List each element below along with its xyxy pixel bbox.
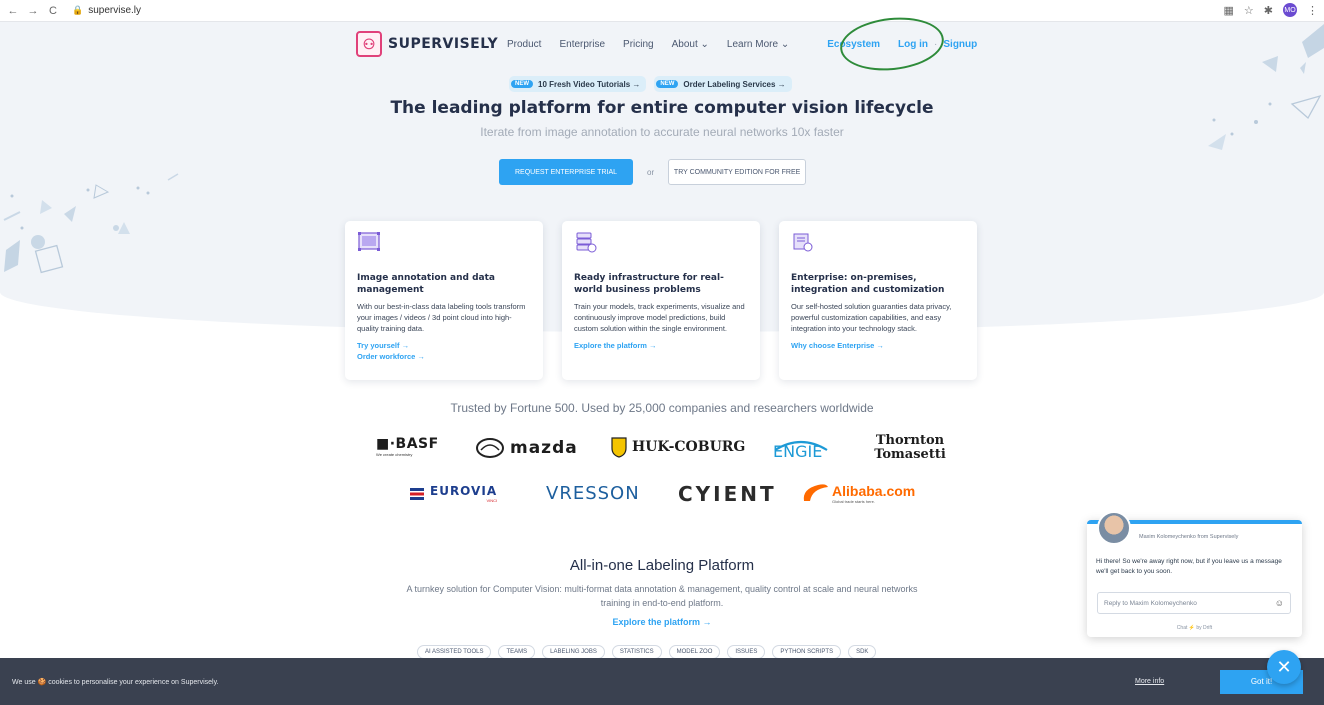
- request-trial-button[interactable]: REQUEST ENTERPRISE TRIAL: [499, 159, 633, 185]
- mazda-emblem-icon: [476, 438, 504, 458]
- feature-card-enterprise: Enterprise: on-premises, integration and…: [779, 221, 977, 380]
- tag-python-scripts[interactable]: PYTHON SCRIPTS: [772, 645, 842, 659]
- chat-agent-name: Maxim Kolomeychenko from Supervisely: [1139, 534, 1239, 540]
- basf-tagline: We create chemistry: [376, 452, 413, 457]
- community-edition-button[interactable]: TRY COMMUNITY EDITION FOR FREE: [668, 159, 807, 185]
- eurovia-wordmark: EUROVIA: [430, 484, 498, 498]
- tag-labeling-jobs[interactable]: LABELING JOBS: [542, 645, 605, 659]
- order-workforce-link[interactable]: Order workforce →: [357, 351, 531, 362]
- hero-cta-group: REQUEST ENTERPRISE TRIAL or TRY COMMUNIT…: [499, 159, 807, 185]
- profile-avatar[interactable]: MO: [1283, 3, 1297, 17]
- image-annotation-icon: [358, 232, 380, 251]
- bookmark-star-icon[interactable]: ☆: [1244, 4, 1254, 17]
- cookie-banner: We use 🍪 cookies to personalise your exp…: [0, 658, 1324, 705]
- huk-wordmark: HUK-COBURG: [632, 439, 746, 455]
- labeling-services-badge[interactable]: NEW Order Labeling Services →: [654, 76, 792, 92]
- feature-tags: AI ASSISTED TOOLS TEAMS LABELING JOBS ST…: [417, 645, 877, 659]
- logo-text[interactable]: SUPERVISELY: [388, 36, 498, 52]
- trusted-by-text: Trusted by Fortune 500. Used by 25,000 c…: [450, 401, 874, 415]
- engie-wordmark: ENGIE: [773, 442, 823, 461]
- chat-reply-input[interactable]: Reply to Maxim Kolomeychenko ☺: [1097, 592, 1291, 614]
- card-title: Enterprise: on-premises, integration and…: [791, 273, 945, 295]
- emoji-icon[interactable]: ☺: [1275, 598, 1284, 608]
- logo-huk-coburg: HUK-COBURG: [610, 436, 745, 458]
- tag-sdk[interactable]: SDK: [848, 645, 877, 659]
- vresson-wordmark: VRESSON: [546, 483, 640, 504]
- thornton-wordmark: Thornton Tomasetti: [874, 433, 946, 462]
- alibaba-wordmark: Alibaba.com: [832, 482, 916, 499]
- card-title: Ready infrastructure for real-world busi…: [574, 273, 724, 295]
- logo-thornton-tomasetti: Thornton Tomasetti: [874, 434, 946, 462]
- announcement-badges: NEW 10 Fresh Video Tutorials → NEW Order…: [509, 76, 792, 92]
- decorative-shapes-right: [1208, 24, 1324, 150]
- menu-dots-icon[interactable]: ⋮: [1307, 4, 1318, 17]
- extensions-icon[interactable]: ✱: [1264, 4, 1273, 17]
- eurovia-tagline: VINCI: [486, 498, 498, 503]
- section-subtitle: A turnkey solution for Computer Vision: …: [406, 584, 918, 608]
- lock-icon: 🔒: [72, 5, 84, 15]
- forward-icon[interactable]: →: [26, 5, 40, 17]
- badge-label: Order Labeling Services →: [683, 79, 786, 89]
- mazda-wordmark: mazda: [510, 438, 578, 458]
- robot-logo-icon[interactable]: ⚇: [356, 31, 382, 57]
- reply-placeholder: Reply to Maxim Kolomeychenko: [1104, 600, 1197, 607]
- why-enterprise-link[interactable]: Why choose Enterprise →: [791, 340, 965, 351]
- eurovia-mark-icon: [410, 487, 424, 500]
- reload-icon[interactable]: C: [46, 5, 60, 17]
- logo-alibaba: Alibaba.com Global trade starts here.: [800, 481, 915, 505]
- feature-card-annotation: Image annotation and data management Wit…: [345, 221, 543, 380]
- more-info-link[interactable]: More info: [1135, 678, 1164, 685]
- tag-model-zoo[interactable]: MODEL ZOO: [668, 645, 721, 659]
- back-icon[interactable]: ←: [6, 5, 20, 17]
- alibaba-tagline: Global trade starts here.: [832, 498, 875, 504]
- feature-card-infrastructure: Ready infrastructure for real-world busi…: [562, 221, 760, 380]
- server-stack-icon: [576, 232, 597, 253]
- badge-label: 10 Fresh Video Tutorials →: [538, 79, 641, 89]
- explore-platform-link[interactable]: Explore the platform →: [574, 340, 748, 351]
- nav-enterprise[interactable]: Enterprise: [559, 39, 605, 50]
- logo-basf: ■·BASF We create chemistry: [376, 436, 439, 457]
- card-text: With our best-in-class data labeling too…: [357, 302, 526, 333]
- browser-toolbar: ← → C 🔒 supervise.ly ▦ ☆ ✱ MO ⋮: [0, 0, 1324, 22]
- card-text: Our self-hosted solution guaranties data…: [791, 302, 952, 333]
- tag-ai-tools[interactable]: AI ASSISTED TOOLS: [417, 645, 492, 659]
- hero-subheadline: Iterate from image annotation to accurat…: [480, 125, 844, 139]
- tag-statistics[interactable]: STATISTICS: [611, 645, 662, 659]
- site-header: ⚇ SUPERVISELY: [356, 28, 498, 60]
- enterprise-building-icon: [793, 233, 813, 252]
- decorative-shapes-left: [3, 173, 179, 274]
- new-pill: NEW: [511, 80, 533, 88]
- chat-message: Hi there! So we're away right now, but i…: [1096, 558, 1282, 575]
- address-bar[interactable]: supervise.ly: [88, 5, 141, 16]
- nav-learn-more[interactable]: Learn More ⌄: [727, 39, 789, 50]
- new-pill: NEW: [656, 80, 679, 88]
- hero-headline: The leading platform for entire computer…: [390, 98, 934, 118]
- nav-about[interactable]: About ⌄: [672, 39, 709, 50]
- or-text: or: [647, 167, 655, 177]
- nav-product[interactable]: Product: [507, 39, 541, 50]
- agent-avatar: [1097, 511, 1131, 545]
- logo-engie: ENGIE: [771, 436, 831, 461]
- card-text: Train your models, track experiments, vi…: [574, 302, 745, 333]
- translate-icon[interactable]: ▦: [1224, 4, 1234, 17]
- alibaba-swoosh-icon: [803, 484, 828, 501]
- logo-mazda: mazda: [475, 438, 578, 458]
- cookie-text: We use 🍪 cookies to personalise your exp…: [12, 678, 219, 686]
- nav-pricing[interactable]: Pricing: [623, 39, 654, 50]
- basf-wordmark: ■·BASF: [376, 436, 439, 452]
- try-yourself-link[interactable]: Try yourself →: [357, 340, 531, 351]
- logo-vresson: VRESSON: [546, 483, 640, 504]
- logo-eurovia: EUROVIA VINCI: [408, 484, 497, 503]
- cyient-wordmark: CYIENT: [678, 482, 777, 506]
- card-title: Image annotation and data management: [357, 273, 495, 295]
- video-tutorials-badge[interactable]: NEW 10 Fresh Video Tutorials →: [509, 76, 647, 92]
- tag-teams[interactable]: TEAMS: [498, 645, 536, 659]
- huk-shield-icon: [611, 437, 627, 458]
- signup-link[interactable]: Signup: [943, 39, 977, 50]
- logo-cyient: CYIENT: [678, 482, 777, 506]
- close-icon[interactable]: ✕: [1267, 650, 1301, 684]
- tag-issues[interactable]: ISSUES: [727, 645, 766, 659]
- chat-widget: Maxim Kolomeychenko from Supervisely Hi …: [1087, 511, 1302, 637]
- chat-powered-by[interactable]: Chat ⚡ by Drift: [1087, 625, 1302, 631]
